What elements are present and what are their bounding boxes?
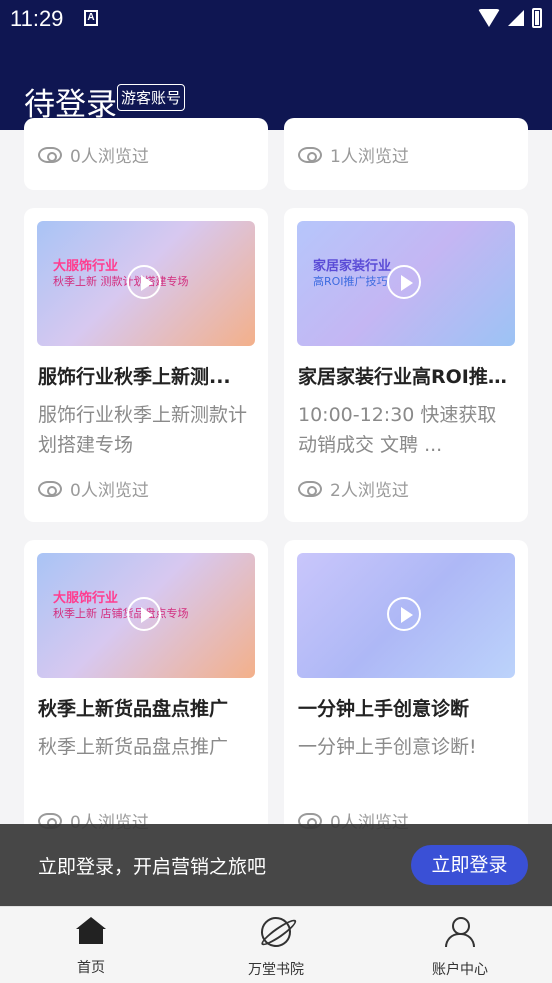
login-button[interactable]: 立即登录 (411, 845, 528, 885)
eye-icon (298, 480, 322, 497)
course-card[interactable]: 一分钟上手创意诊断 一分钟上手创意诊断! 0人浏览过 (284, 540, 528, 840)
course-description: 10:00-12:30 快速获取动销成交 文聘 ... (298, 404, 497, 456)
course-title: 一分钟上手创意诊断 (298, 698, 470, 720)
bottom-navigation: 首页 万堂书院 账户中心 (0, 906, 552, 983)
view-count: 0人浏览过 (38, 142, 149, 167)
battery-icon (532, 8, 542, 28)
play-icon[interactable] (127, 597, 161, 631)
eye-icon (38, 480, 62, 497)
course-title: 秋季上新货品盘点推广 (38, 698, 229, 720)
login-prompt-text: 立即登录，开启营销之旅吧 (38, 856, 267, 878)
planet-icon (255, 911, 297, 953)
status-bar: 11:29 A (0, 0, 552, 38)
wifi-icon (478, 9, 500, 27)
course-description: 一分钟上手创意诊断! (298, 736, 477, 758)
a-notification-icon: A (84, 10, 98, 26)
course-thumbnail: 家居家装行业 高ROI推广技巧 (297, 221, 515, 346)
play-icon[interactable] (127, 265, 161, 299)
nav-item-academy[interactable]: 万堂书院 (216, 911, 336, 979)
course-card-partial-left[interactable]: 0人浏览过 (24, 118, 268, 190)
status-time: 11:29 (10, 6, 64, 31)
nav-item-home[interactable]: 首页 (31, 917, 151, 977)
play-icon[interactable] (387, 597, 421, 631)
nav-item-account[interactable]: 账户中心 (400, 917, 520, 979)
eye-icon (298, 146, 322, 163)
course-description: 秋季上新货品盘点推广 (38, 736, 229, 758)
course-card[interactable]: 大服饰行业 秋季上新 测款计划搭建专场 服饰行业秋季上新测... 服饰行业秋季上… (24, 208, 268, 522)
course-title: 服饰行业秋季上新测... (38, 366, 231, 388)
course-thumbnail (297, 553, 515, 678)
top-app-bar: 11:29 A 待登录 游客账号 (0, 0, 552, 130)
view-count: 1人浏览过 (298, 142, 409, 167)
course-thumbnail: 大服饰行业 秋季上新 店铺货品盘点专场 (37, 553, 255, 678)
view-count: 2人浏览过 (298, 476, 409, 501)
login-prompt-banner: 立即登录，开启营销之旅吧 立即登录 (0, 824, 552, 906)
home-icon (76, 917, 106, 945)
course-title: 家居家装行业高ROI推... (298, 366, 508, 388)
course-card[interactable]: 大服饰行业 秋季上新 店铺货品盘点专场 秋季上新货品盘点推广 秋季上新货品盘点推… (24, 540, 268, 840)
guest-account-badge: 游客账号 (117, 84, 186, 111)
course-card-partial-right[interactable]: 1人浏览过 (284, 118, 528, 190)
play-icon[interactable] (387, 265, 421, 299)
view-count: 0人浏览过 (38, 476, 149, 501)
user-icon (445, 917, 475, 947)
system-icons (478, 8, 542, 28)
course-thumbnail: 大服饰行业 秋季上新 测款计划搭建专场 (37, 221, 255, 346)
eye-icon (38, 146, 62, 163)
course-description: 服饰行业秋季上新测款计划搭建专场 (38, 404, 248, 456)
course-card[interactable]: 家居家装行业 高ROI推广技巧 家居家装行业高ROI推... 10:00-12:… (284, 208, 528, 522)
signal-icon (508, 10, 524, 26)
